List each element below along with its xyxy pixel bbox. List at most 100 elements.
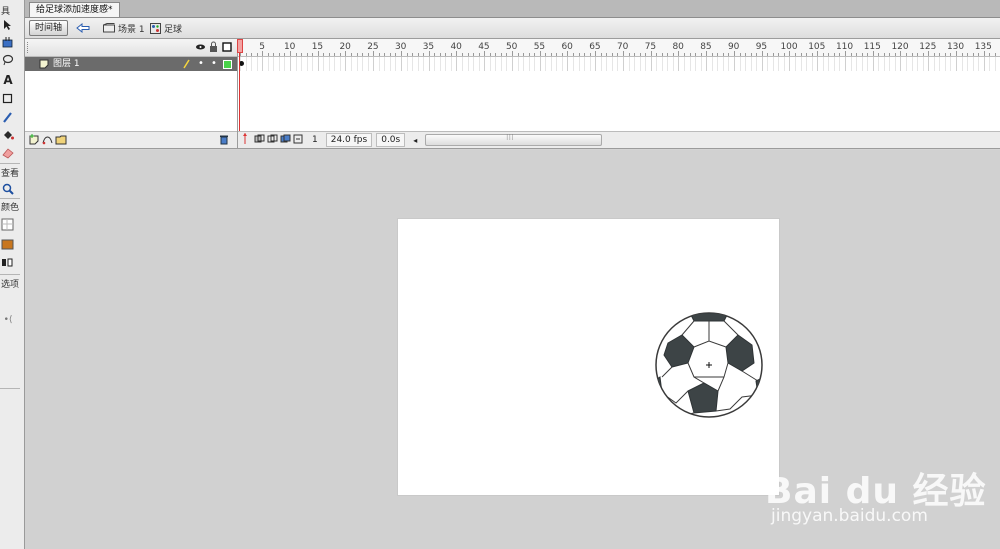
lasso-tool-icon[interactable] bbox=[0, 53, 16, 67]
playhead[interactable] bbox=[237, 39, 243, 131]
frame-number: 10 bbox=[283, 42, 296, 52]
breadcrumb-symbol[interactable]: 足球 bbox=[150, 21, 182, 35]
scene-label: 场景 1 bbox=[118, 24, 145, 35]
ruler-tick bbox=[550, 53, 552, 56]
outline-all-icon[interactable] bbox=[222, 42, 232, 55]
ruler-tick bbox=[978, 53, 980, 56]
ruler-tick bbox=[989, 53, 991, 56]
frame-cell-divider bbox=[922, 57, 924, 71]
ruler-tick bbox=[306, 53, 308, 56]
document-tab-bar: 给足球添加速度感* bbox=[25, 0, 1000, 18]
frame-cell-divider bbox=[645, 57, 647, 71]
add-layer-icon[interactable] bbox=[29, 134, 40, 148]
brush-tool-icon[interactable] bbox=[0, 110, 16, 124]
frames-area: 1510152025303540455055606570758085909510… bbox=[237, 39, 1000, 148]
frame-cell-divider bbox=[656, 57, 658, 71]
lock-all-icon[interactable] bbox=[209, 41, 218, 56]
panel-grip[interactable] bbox=[27, 42, 30, 53]
ruler-tick bbox=[717, 53, 719, 56]
ruler-tick bbox=[545, 53, 547, 56]
show-hide-all-icon[interactable] bbox=[195, 41, 206, 56]
add-motion-guide-icon[interactable] bbox=[42, 134, 53, 148]
layer-visible-dot[interactable]: • bbox=[198, 57, 204, 71]
scroll-grip[interactable]: ⁝⁝⁝ bbox=[506, 133, 514, 142]
frame-cell-divider bbox=[678, 57, 680, 71]
breadcrumb-scene[interactable]: 场景 1 bbox=[103, 21, 145, 35]
frame-cell-divider bbox=[883, 57, 885, 71]
frame-cell-divider bbox=[595, 57, 597, 71]
frame-cell-divider bbox=[301, 57, 303, 71]
ruler-tick bbox=[839, 53, 841, 56]
selection-tool-icon[interactable] bbox=[0, 18, 16, 32]
ruler-tick bbox=[500, 53, 502, 56]
paint-bucket-tool-icon[interactable] bbox=[0, 128, 16, 142]
delete-layer-icon[interactable] bbox=[219, 134, 229, 148]
frames-row[interactable] bbox=[238, 57, 1000, 71]
ruler-tick bbox=[689, 53, 691, 56]
eraser-tool-icon[interactable] bbox=[0, 146, 16, 160]
frame-number: 120 bbox=[891, 42, 909, 52]
frame-number: 25 bbox=[367, 42, 379, 52]
text-tool-icon[interactable]: A bbox=[0, 73, 16, 87]
timeline-toggle-button[interactable]: 时间轴 bbox=[29, 20, 69, 36]
frame-number: 30 bbox=[394, 42, 407, 52]
layer-lock-dot[interactable]: • bbox=[211, 57, 217, 71]
frame-cell-divider bbox=[828, 57, 830, 71]
ruler-tick bbox=[939, 53, 941, 56]
frame-cell-divider bbox=[911, 57, 913, 71]
snap-option-icon[interactable]: •⟨ bbox=[0, 313, 16, 327]
modify-onion-markers-icon[interactable] bbox=[293, 134, 304, 147]
onion-skin-icon[interactable] bbox=[254, 134, 265, 147]
swap-colors-icon[interactable] bbox=[0, 256, 16, 270]
frame-number: 35 bbox=[422, 42, 435, 52]
ruler-tick bbox=[367, 53, 369, 56]
frame-cell-divider bbox=[478, 57, 480, 71]
scroll-left-arrow-icon[interactable]: ◂ bbox=[413, 136, 417, 145]
layer-tools-bar bbox=[25, 131, 237, 148]
frame-cell-divider bbox=[750, 57, 752, 71]
ruler-tick bbox=[556, 53, 558, 56]
frame-cell-divider bbox=[833, 57, 835, 71]
ruler-tick bbox=[412, 53, 414, 56]
back-arrow-icon[interactable] bbox=[75, 21, 91, 35]
stroke-color-icon[interactable] bbox=[0, 218, 16, 232]
frame-cell-divider bbox=[955, 57, 957, 71]
fill-color-icon[interactable] bbox=[0, 238, 16, 252]
movieclip-symbol-icon bbox=[150, 22, 161, 34]
ruler-tick bbox=[339, 53, 341, 56]
frame-ruler[interactable]: 1510152025303540455055606570758085909510… bbox=[238, 39, 1000, 57]
frame-cell-divider bbox=[972, 57, 974, 71]
frame-cell-divider bbox=[523, 57, 525, 71]
ruler-tick bbox=[534, 53, 536, 56]
frame-cell-divider bbox=[550, 57, 552, 71]
timeline-horizontal-scrollbar[interactable]: ⁝⁝⁝ bbox=[425, 133, 602, 146]
layer-icon bbox=[39, 59, 49, 72]
free-transform-tool-icon[interactable] bbox=[0, 36, 16, 50]
onion-skin-outlines-icon[interactable] bbox=[267, 134, 278, 147]
zoom-tool-icon[interactable] bbox=[0, 182, 16, 196]
rectangle-tool-icon[interactable] bbox=[0, 92, 16, 106]
frame-cell-divider bbox=[345, 57, 347, 71]
ruler-tick bbox=[822, 53, 824, 56]
add-folder-icon[interactable] bbox=[55, 134, 67, 148]
frame-cell-divider bbox=[639, 57, 641, 71]
ruler-tick bbox=[889, 53, 891, 56]
center-frame-icon[interactable] bbox=[241, 133, 249, 147]
ruler-tick bbox=[578, 53, 580, 56]
edit-bar: 时间轴 场景 1 足球 bbox=[25, 18, 1000, 39]
frame-number: 95 bbox=[755, 42, 768, 52]
frame-rate[interactable]: 24.0 fps bbox=[325, 133, 373, 147]
edit-multiple-frames-icon[interactable] bbox=[280, 134, 291, 147]
soccer-ball-symbol[interactable] bbox=[654, 311, 764, 419]
ruler-tick bbox=[284, 53, 286, 56]
ruler-tick bbox=[661, 53, 663, 56]
frame-cell-divider bbox=[267, 57, 269, 71]
ruler-tick bbox=[406, 53, 408, 56]
playhead-marker[interactable] bbox=[237, 39, 243, 53]
ruler-tick bbox=[634, 53, 636, 56]
layer-row[interactable]: 图层 1 • • bbox=[25, 57, 237, 71]
view-section-label: 查看 bbox=[1, 169, 20, 179]
frame-cell-divider bbox=[817, 57, 819, 71]
document-tab[interactable]: 给足球添加速度感* bbox=[29, 2, 120, 17]
layer-outline-color-icon[interactable] bbox=[223, 60, 232, 72]
